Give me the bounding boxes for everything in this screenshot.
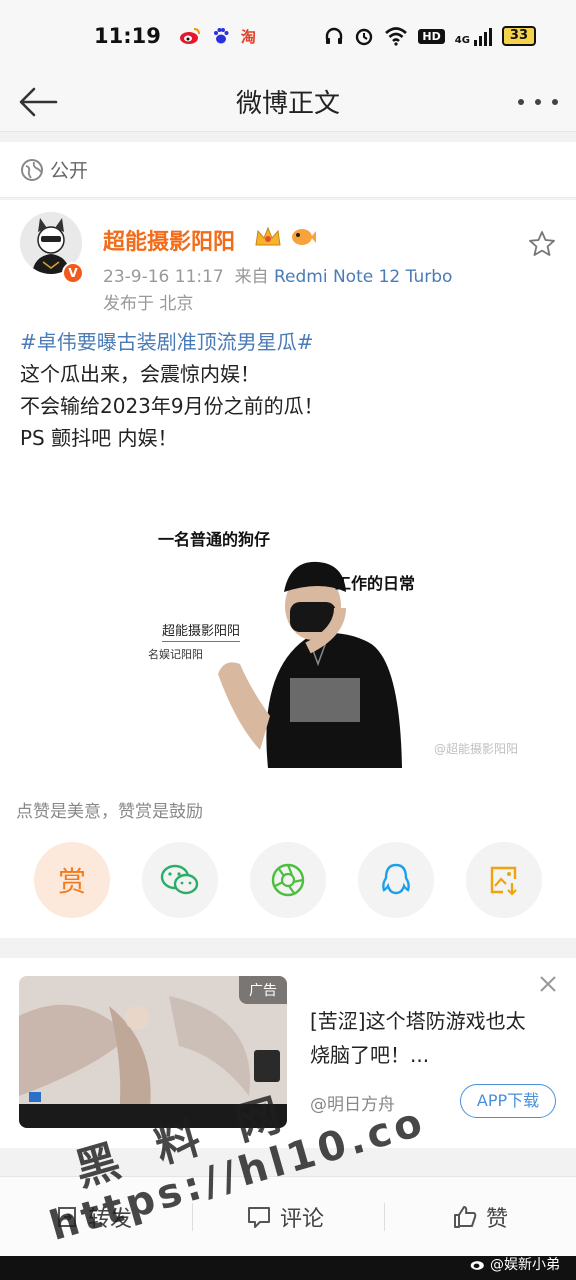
post-line-3: PS 颤抖吧 内娱！ xyxy=(20,426,178,450)
like-button[interactable]: 赞 xyxy=(452,1177,508,1257)
post-line-1: 这个瓜出来，会震惊内娱！ xyxy=(20,362,260,386)
top-nav-bar: 微博正文 xyxy=(0,72,576,132)
ad-tag: 广告 xyxy=(239,976,287,1004)
qq-icon xyxy=(382,863,410,895)
post-topic-link[interactable]: #卓伟要曝古装剧准顶流男星瓜# xyxy=(20,326,324,358)
post-image[interactable]: 一名普通的狗仔 工作的日常 超能摄影阳阳 名娱记阳阳 @超能摄影阳阳 xyxy=(140,518,560,768)
from-label: 来自 xyxy=(234,267,269,287)
weibo-icon xyxy=(470,1261,484,1270)
save-image-share-button[interactable] xyxy=(466,842,542,918)
moments-icon xyxy=(271,863,305,897)
like-label: 赞 xyxy=(486,1207,509,1232)
globe-icon xyxy=(21,158,43,181)
wechat-icon xyxy=(160,864,199,895)
status-time: 11:19 xyxy=(94,24,161,48)
taobao-icon: 淘 xyxy=(240,27,256,46)
moments-share-button[interactable] xyxy=(250,842,326,918)
image-caption-top: 一名普通的狗仔 xyxy=(158,530,271,549)
visibility-label: 公开 xyxy=(50,160,89,182)
battery-indicator: 33 xyxy=(501,26,536,46)
headphones-icon xyxy=(326,27,343,44)
verified-badge: V xyxy=(62,262,84,284)
status-app-icons: 淘 xyxy=(179,26,256,47)
post-line-2: 不会输给2023年9月份之前的瓜！ xyxy=(20,394,324,418)
post-card: V 超能摄影阳阳 23-9-16 11:17 来自 Redmi Note 12 … xyxy=(0,200,576,938)
qq-share-button[interactable] xyxy=(358,842,434,918)
comment-label: 评论 xyxy=(280,1207,325,1232)
signal-icon: 4G xyxy=(455,26,492,46)
favorite-star-icon[interactable] xyxy=(528,230,556,258)
reward-hint: 点赞是美意，赞赏是鼓励 xyxy=(16,802,203,822)
credit-watermark: @娱新小弟 xyxy=(470,1254,560,1274)
thumbs-up-icon xyxy=(454,1206,477,1228)
page-title: 微博正文 xyxy=(235,89,340,119)
image-name-line-1: 超能摄影阳阳 xyxy=(162,620,241,642)
app-download-button[interactable]: APP下载 xyxy=(460,1084,556,1118)
alarm-icon xyxy=(356,28,373,46)
reward-button[interactable]: 赏 xyxy=(34,842,110,918)
more-options-icon[interactable] xyxy=(518,84,558,120)
credit-text: @娱新小弟 xyxy=(490,1257,560,1273)
hd-icon: HD xyxy=(418,28,445,44)
image-name-line-2: 名娱记阳阳 xyxy=(148,648,203,661)
author-name[interactable]: 超能摄影阳阳 xyxy=(103,224,235,256)
post-datetime: 23-9-16 11:17 xyxy=(103,267,224,287)
reward-label: 赏 xyxy=(57,865,86,898)
baidu-icon xyxy=(213,28,229,44)
wechat-share-button[interactable] xyxy=(142,842,218,918)
save-image-icon xyxy=(490,866,517,896)
fish-badge-icon xyxy=(292,229,316,245)
close-icon[interactable] xyxy=(538,974,558,994)
post-image-illustration xyxy=(218,561,402,768)
crown-badge-icon xyxy=(255,226,281,246)
post-meta: 23-9-16 11:17 来自 Redmi Note 12 Turbo xyxy=(103,262,452,287)
visibility-row: 公开 xyxy=(0,142,576,198)
weibo-icon xyxy=(179,28,200,44)
status-system-icons: HD 4G 33 xyxy=(324,26,536,46)
status-bar: 11:19 淘 HD 4G 33 xyxy=(0,0,576,72)
share-actions: 赏 xyxy=(34,842,542,918)
post-device[interactable]: Redmi Note 12 Turbo xyxy=(274,267,452,287)
post-location: 发布于 北京 xyxy=(103,294,194,314)
post-content: #卓伟要曝古装剧准顶流男星瓜# 这个瓜出来，会震惊内娱！ 不会输给2023年9月… xyxy=(20,326,324,454)
image-watermark: @超能摄影阳阳 xyxy=(434,742,519,756)
comment-icon xyxy=(248,1207,270,1228)
wifi-icon xyxy=(385,27,408,46)
image-caption-right: 工作的日常 xyxy=(335,574,416,593)
author-badges[interactable] xyxy=(253,225,317,249)
